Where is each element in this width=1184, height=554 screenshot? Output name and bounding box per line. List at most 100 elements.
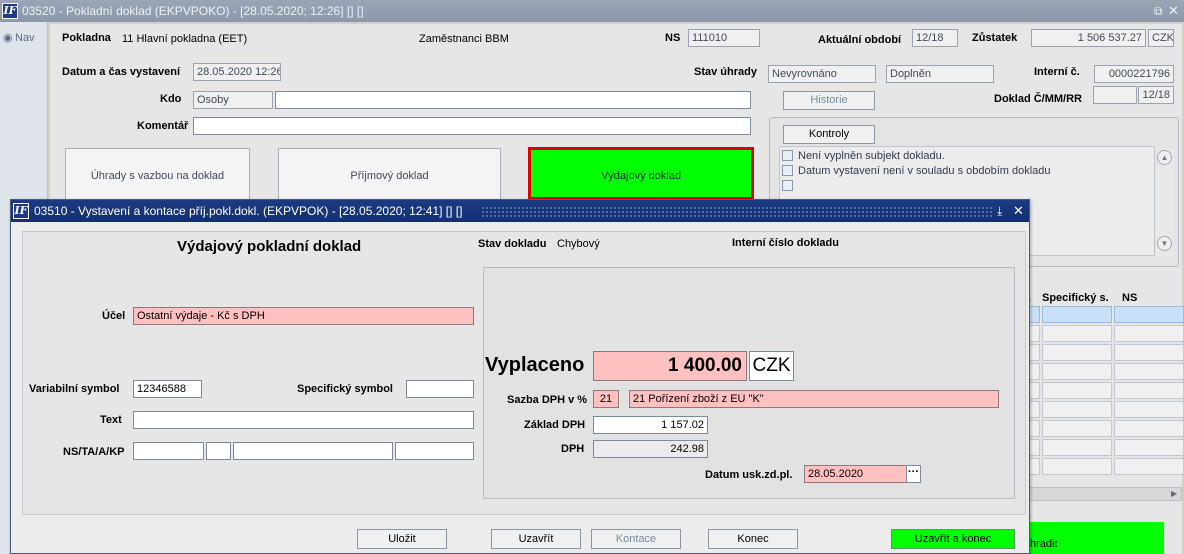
grid-cell[interactable] xyxy=(1042,306,1112,323)
grid-cell[interactable] xyxy=(1042,363,1112,380)
ulozit-button[interactable]: Uložit xyxy=(357,529,447,549)
scroll-right-icon[interactable]: ▶ xyxy=(1171,488,1177,500)
dph-label: DPH xyxy=(561,443,585,455)
dialog-titlebar[interactable]: IF 03510 - Vystavení a kontace příj.pokl… xyxy=(11,200,1029,222)
vyplaceno-field[interactable]: 1 400.00 xyxy=(593,351,747,381)
scroll-down-icon[interactable]: ▼ xyxy=(1157,236,1172,251)
message-row: Datum vystavení není v souladu s obdobím… xyxy=(782,165,1051,179)
kdo-type-field[interactable]: Osoby xyxy=(193,91,273,109)
messages-scrollbar[interactable]: ▲ ▼ xyxy=(1156,148,1174,256)
kontroly-button[interactable]: Kontroly xyxy=(783,125,875,144)
grid-cell[interactable] xyxy=(1042,458,1112,475)
grid-cell[interactable] xyxy=(1114,439,1184,456)
vydajovy-tile-button[interactable]: Výdajový doklad xyxy=(528,147,754,200)
doklad-mmrr-field[interactable]: 12/18 xyxy=(1138,86,1174,104)
ns-field[interactable] xyxy=(133,442,204,460)
grid-cell[interactable] xyxy=(1114,325,1184,342)
a-field[interactable] xyxy=(233,442,393,460)
ucel-label: Účel xyxy=(102,310,126,322)
message-row xyxy=(782,180,798,194)
doklad-label: Doklad Č/MM/RR xyxy=(994,93,1082,105)
sazba-dph-field[interactable]: 21 xyxy=(593,390,619,408)
datum-field[interactable]: 28.05.2020 12:26 xyxy=(193,63,281,81)
stav-uhrady-field-2[interactable]: Doplněn xyxy=(886,65,994,83)
prijmovy-tile-button[interactable]: Příjmový doklad xyxy=(278,148,501,200)
grid-cell[interactable] xyxy=(1042,325,1112,342)
dialog-heading: Výdajový pokladní doklad xyxy=(177,238,362,255)
dialog-close-icon[interactable]: ✕ xyxy=(1013,200,1024,222)
ns-label: NS xyxy=(665,32,681,44)
zaklad-dph-field[interactable]: 1 157.02 xyxy=(593,416,708,434)
app-logo-icon: IF xyxy=(2,3,18,19)
variabilni-symbol-field[interactable]: 12346588 xyxy=(133,380,202,398)
date-picker-icon[interactable]: ··· xyxy=(906,465,921,483)
dialog-logo-icon: IF xyxy=(13,203,29,219)
amount-panel xyxy=(483,267,1015,499)
grid-cell[interactable] xyxy=(1042,401,1112,418)
uhradit-label: hradit xyxy=(1030,538,1058,550)
kdo-label: Kdo xyxy=(160,93,182,105)
grid-cell[interactable] xyxy=(1114,306,1184,323)
prijmovy-tile-label: Příjmový doklad xyxy=(350,170,429,182)
vydajovy-tile-label: Výdajový doklad xyxy=(600,170,682,182)
ns-field[interactable]: 111010 xyxy=(688,29,760,47)
zaklad-dph-label: Základ DPH xyxy=(524,419,586,431)
dph-field[interactable]: 242.98 xyxy=(593,440,708,458)
uzavrit-button[interactable]: Uzavřít xyxy=(491,529,581,549)
scroll-up-icon[interactable]: ▲ xyxy=(1157,150,1172,165)
message-checkbox[interactable] xyxy=(782,165,793,176)
ucel-field[interactable]: Ostatní výdaje - Kč s DPH xyxy=(133,307,474,325)
grid-cell[interactable] xyxy=(1042,420,1112,437)
grid-cell[interactable] xyxy=(1114,363,1184,380)
historie-button[interactable]: Historie xyxy=(783,91,875,110)
uzavrit-a-konec-button[interactable]: Uzavřít a konec xyxy=(891,529,1015,549)
komentar-label: Komentář xyxy=(137,120,189,132)
uhrady-tile-button[interactable]: Úhrady s vazbou na doklad xyxy=(65,148,250,200)
background-window-titlebar[interactable]: IF 03520 - Pokladní doklad (EKPVPOKO) - … xyxy=(0,0,1184,22)
kontace-button[interactable]: Kontace xyxy=(591,529,681,549)
grid-cell[interactable] xyxy=(1114,420,1184,437)
grid-cell[interactable] xyxy=(1114,382,1184,399)
zustatek-label: Zůstatek xyxy=(972,32,1018,44)
stav-dokladu-label: Stav dokladu xyxy=(478,238,547,250)
nav-label[interactable]: Nav xyxy=(15,32,35,44)
komentar-field[interactable] xyxy=(193,117,751,135)
obdobi-field[interactable]: 12/18 xyxy=(912,29,958,47)
grid-cell[interactable] xyxy=(1114,344,1184,361)
sazba-dph-description-field[interactable]: 21 Pořízení zboží z EU "K" xyxy=(629,390,999,408)
stav-uhrady-field-1[interactable]: Nevyrovnáno xyxy=(768,65,876,83)
ns-ta-a-kp-label: NS/TA/A/KP xyxy=(63,446,125,458)
grid-cell[interactable] xyxy=(1114,401,1184,418)
stav-uhrady-label: Stav úhrady xyxy=(694,66,757,78)
message-row: Není vyplněn subjekt dokladu. xyxy=(782,150,945,164)
nav-radio-icon[interactable]: ◉ xyxy=(3,31,13,44)
restore-icon[interactable]: ⧉ xyxy=(1154,0,1163,22)
grid-cell[interactable] xyxy=(1042,344,1112,361)
zustatek-field[interactable]: 1 506 537.27 xyxy=(1031,29,1146,47)
variabilni-symbol-label: Variabilní symbol xyxy=(29,383,120,395)
grid-cell[interactable] xyxy=(1042,382,1112,399)
grid-cell[interactable] xyxy=(1042,439,1112,456)
text-field[interactable] xyxy=(133,411,474,429)
close-icon[interactable]: ✕ xyxy=(1168,0,1179,22)
kdo-name-field[interactable] xyxy=(275,91,751,109)
specificky-symbol-field[interactable] xyxy=(406,380,474,398)
interni-field[interactable]: 0000221796 xyxy=(1094,65,1174,83)
datum-usk-field[interactable]: 28.05.2020 xyxy=(804,465,908,483)
uhradit-button[interactable]: hradit xyxy=(1028,522,1164,554)
ta-field[interactable] xyxy=(206,442,231,460)
currency-field[interactable]: CZK xyxy=(749,351,794,381)
datum-label: Datum a čas vystavení xyxy=(62,66,181,78)
interni-cislo-label: Interní číslo dokladu xyxy=(732,237,839,249)
message-checkbox[interactable] xyxy=(782,180,793,191)
grid-cell[interactable] xyxy=(1114,458,1184,475)
konec-button[interactable]: Konec xyxy=(708,529,798,549)
text-label: Text xyxy=(100,414,122,426)
kp-field[interactable] xyxy=(395,442,474,460)
zustatek-currency[interactable]: CZK xyxy=(1148,29,1174,47)
doklad-number-field[interactable] xyxy=(1093,86,1137,104)
grid-horizontal-scrollbar[interactable]: ▶ xyxy=(1028,487,1182,501)
sazba-dph-label: Sazba DPH v % xyxy=(507,394,588,406)
message-checkbox[interactable] xyxy=(782,150,793,161)
dialog-minimize-icon[interactable]: ⤓ xyxy=(997,200,1002,222)
